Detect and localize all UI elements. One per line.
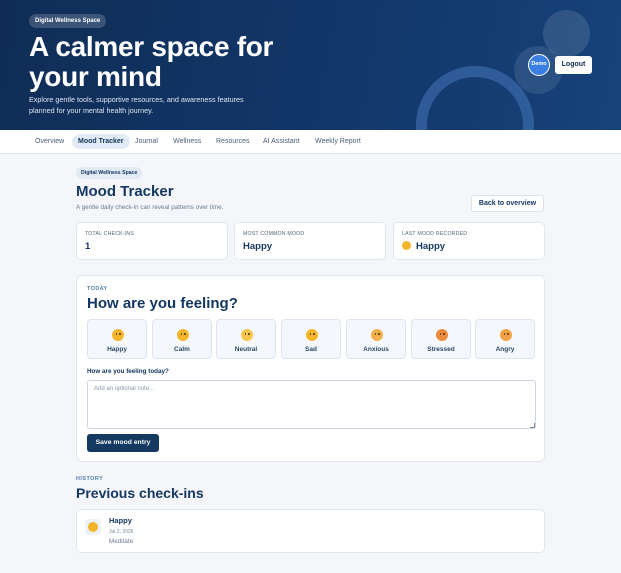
stat-card-most-common-mood: MOST COMMON MOOD Happy (234, 222, 386, 260)
tab-ai-assistant[interactable]: AI Assistant (257, 134, 306, 149)
tab-journal[interactable]: Journal (129, 134, 164, 149)
mood-option-label: Angry (495, 346, 515, 353)
stat-label: LAST MOOD RECORDED (402, 231, 468, 237)
mood-option-sad[interactable]: Sad (281, 319, 341, 359)
happy-face-icon (112, 329, 124, 341)
mood-option-label: Sad (305, 346, 317, 353)
mood-option-happy[interactable]: Happy (87, 319, 147, 359)
hero-title: A calmer space for your mind (29, 31, 274, 92)
hero-badge: Digital Wellness Space (29, 14, 107, 28)
mood-option-label: Calm (174, 346, 190, 353)
hero-subtitle: Explore gentle tools, supportive resourc… (29, 95, 244, 115)
stat-label: MOST COMMON MOOD (243, 231, 305, 237)
stat-value-last-mood: Happy (402, 240, 446, 252)
mood-eyebrow: TODAY (87, 286, 108, 292)
mood-option-stressed[interactable]: Stressed (411, 319, 471, 359)
back-to-overview-button[interactable]: Back to overview (471, 195, 544, 212)
stat-card-last-mood: LAST MOOD RECORDED Happy (393, 222, 545, 260)
history-title: Previous check-ins (76, 485, 204, 501)
mood-note-textarea[interactable] (87, 380, 536, 429)
page-subtitle: A gentle daily check-in can reveal patte… (76, 204, 224, 211)
tab-weekly-report[interactable]: Weekly Report (309, 134, 367, 149)
sad-face-icon (306, 329, 318, 341)
anxious-face-icon (371, 329, 383, 341)
happy-face-icon (402, 240, 411, 250)
tab-overview[interactable]: Overview (29, 134, 70, 149)
history-note: Meditate (109, 538, 134, 545)
stat-label: TOTAL CHECK-INS (85, 231, 135, 237)
stat-value: Happy (243, 241, 273, 252)
tab-mood-tracker[interactable]: Mood Tracker (72, 134, 130, 149)
note-label: How are you feeling today? (87, 368, 169, 375)
stat-value: 1 (85, 241, 91, 252)
mood-question-title: How are you feeling? (87, 295, 238, 312)
page-title: Mood Tracker (76, 183, 174, 200)
stressed-face-icon (436, 329, 448, 341)
history-icon-wrap (85, 519, 101, 535)
mood-option-label: Neutral (234, 346, 258, 353)
happy-face-icon (88, 522, 98, 532)
logout-button[interactable]: Logout (555, 56, 592, 74)
mood-option-angry[interactable]: Angry (475, 319, 535, 359)
user-avatar[interactable]: Demo (528, 54, 550, 76)
mood-entry-card: TODAY How are you feeling? Happy Calm Ne… (76, 275, 545, 462)
angry-face-icon (500, 329, 512, 341)
mood-option-label: Stressed (427, 346, 455, 353)
history-eyebrow: HISTORY (76, 476, 104, 482)
save-mood-entry-button[interactable]: Save mood entry (87, 434, 159, 452)
mood-option-label: Happy (107, 346, 127, 353)
resize-handle-icon[interactable] (530, 423, 535, 428)
tab-resources[interactable]: Resources (210, 134, 255, 149)
history-mood: Happy (109, 516, 132, 525)
tab-wellness[interactable]: Wellness (167, 134, 207, 149)
mood-option-label: Anxious (363, 346, 389, 353)
neutral-face-icon (241, 329, 253, 341)
section-badge: Digital Wellness Space (76, 167, 143, 179)
mood-option-neutral[interactable]: Neutral (216, 319, 276, 359)
stat-card-total-checkins: TOTAL CHECK-INS 1 (76, 222, 228, 260)
mood-option-anxious[interactable]: Anxious (346, 319, 406, 359)
calm-face-icon (177, 329, 189, 341)
stat-value-text: Happy (416, 241, 446, 252)
history-entry: Happy Jul 2, 2026 Meditate (76, 509, 545, 553)
history-date: Jul 2, 2026 (109, 529, 134, 535)
hero-banner: Digital Wellness Space A calmer space fo… (0, 0, 621, 130)
mood-option-calm[interactable]: Calm (152, 319, 212, 359)
main-nav: Overview Mood Tracker Journal Wellness R… (0, 130, 621, 154)
